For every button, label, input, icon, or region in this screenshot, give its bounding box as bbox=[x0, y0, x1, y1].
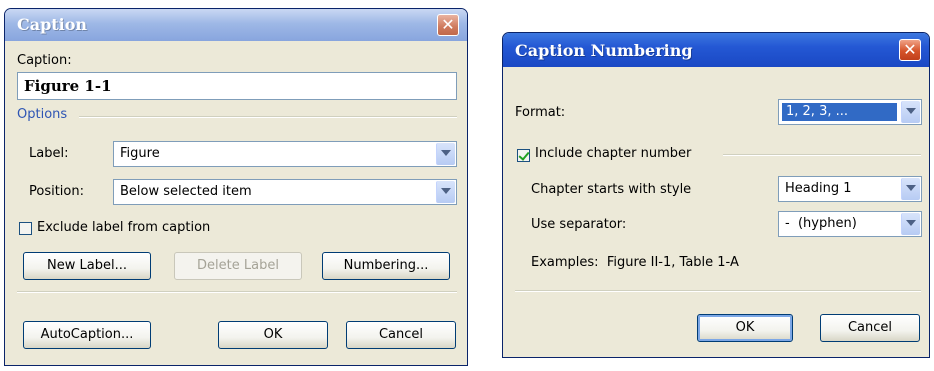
close-icon[interactable]: ✕ bbox=[437, 14, 459, 36]
bottom-divider bbox=[17, 291, 457, 293]
numbering-button[interactable]: Numbering... bbox=[322, 252, 450, 280]
cancel-button[interactable]: Cancel bbox=[346, 321, 456, 349]
chapter-divider bbox=[723, 154, 921, 156]
chapter-style-label: Chapter starts with style bbox=[531, 182, 692, 197]
options-divider bbox=[79, 116, 457, 118]
options-section-title: Options bbox=[17, 107, 68, 122]
caption-dialog: Caption ✕ Caption: Figure 1-1 Options La… bbox=[4, 8, 468, 366]
separator-value: - (hyphen) bbox=[785, 216, 857, 231]
ok-button[interactable]: OK bbox=[218, 321, 328, 349]
label-field-label: Label: bbox=[29, 146, 69, 161]
format-field-label: Format: bbox=[515, 105, 566, 120]
chapter-style-value: Heading 1 bbox=[785, 181, 852, 196]
position-field-label: Position: bbox=[29, 184, 84, 199]
chevron-down-icon[interactable] bbox=[436, 143, 455, 165]
caption-numbering-dialog: Caption Numbering ✕ Format: 1, 2, 3, ...… bbox=[502, 32, 930, 358]
numbering-bottom-divider bbox=[515, 290, 921, 292]
caption-titlebar[interactable]: Caption ✕ bbox=[5, 9, 467, 41]
format-combo[interactable]: 1, 2, 3, ... bbox=[778, 99, 922, 125]
exclude-label-checkbox[interactable] bbox=[19, 222, 32, 235]
format-combo-value: 1, 2, 3, ... bbox=[782, 103, 897, 121]
ok-button[interactable]: OK bbox=[697, 314, 793, 342]
caption-dialog-title: Caption bbox=[17, 15, 88, 34]
caption-input[interactable]: Figure 1-1 bbox=[17, 72, 457, 100]
separator-combo[interactable]: - (hyphen) bbox=[778, 211, 922, 237]
chapter-style-combo[interactable]: Heading 1 bbox=[778, 176, 922, 202]
new-label-button[interactable]: New Label... bbox=[23, 252, 151, 280]
label-combo-value: Figure bbox=[120, 146, 160, 161]
numbering-titlebar[interactable]: Caption Numbering ✕ bbox=[503, 33, 929, 67]
exclude-label-text: Exclude label from caption bbox=[37, 220, 211, 235]
delete-label-button: Delete Label bbox=[174, 252, 302, 280]
cancel-button[interactable]: Cancel bbox=[820, 314, 920, 342]
include-chapter-text: Include chapter number bbox=[535, 146, 692, 161]
autocaption-button[interactable]: AutoCaption... bbox=[23, 321, 151, 349]
numbering-dialog-title: Caption Numbering bbox=[515, 41, 693, 60]
separator-label: Use separator: bbox=[531, 217, 627, 232]
position-combo-value: Below selected item bbox=[120, 184, 252, 199]
caption-field-label: Caption: bbox=[17, 53, 72, 68]
chevron-down-icon[interactable] bbox=[901, 101, 920, 123]
label-combo[interactable]: Figure bbox=[113, 141, 457, 167]
chevron-down-icon[interactable] bbox=[901, 213, 920, 235]
examples-text: Examples: Figure II-1, Table 1-A bbox=[531, 255, 739, 270]
include-chapter-checkbox[interactable] bbox=[517, 149, 530, 162]
close-icon[interactable]: ✕ bbox=[899, 39, 921, 61]
position-combo[interactable]: Below selected item bbox=[113, 179, 457, 205]
chevron-down-icon[interactable] bbox=[901, 178, 920, 200]
chevron-down-icon[interactable] bbox=[436, 181, 455, 203]
